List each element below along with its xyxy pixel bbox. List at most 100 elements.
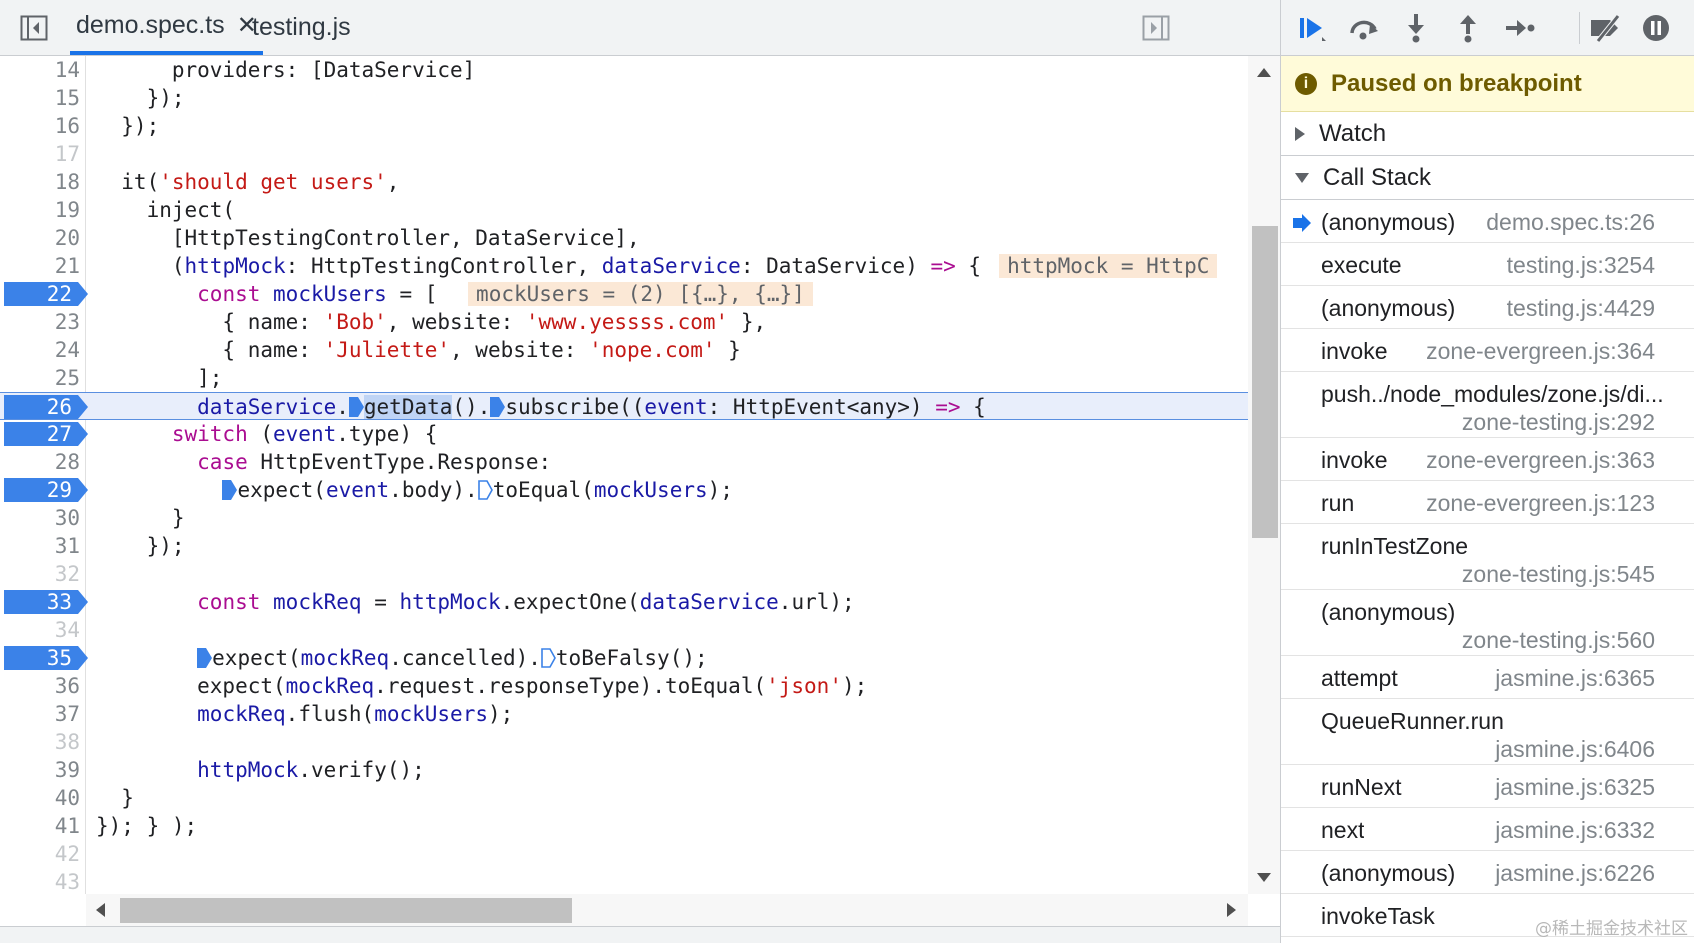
frame-location[interactable]: zone-testing.js:292 xyxy=(1462,409,1655,436)
source-text: } xyxy=(96,504,185,532)
line-number[interactable]: 18 xyxy=(0,168,86,196)
call-frame[interactable]: runNext jasmine.js:6325 xyxy=(1281,765,1694,808)
line-number[interactable]: 41 xyxy=(0,812,86,840)
line-number[interactable]: 22 xyxy=(0,280,86,308)
active-inline-breakpoint-icon[interactable] xyxy=(348,397,364,417)
step-out-icon[interactable] xyxy=(1449,10,1487,46)
resume-icon[interactable] xyxy=(1293,10,1331,46)
line-number[interactable]: 23 xyxy=(0,308,86,336)
code-token: 'Juliette' xyxy=(323,338,451,362)
line-number[interactable]: 16 xyxy=(0,112,86,140)
code-token: , xyxy=(386,170,400,194)
vertical-scroll-thumb[interactable] xyxy=(1252,226,1278,538)
frame-location[interactable]: zone-testing.js:560 xyxy=(1462,627,1655,654)
line-number[interactable]: 39 xyxy=(0,756,86,784)
frame-location[interactable]: testing.js:4429 xyxy=(1507,295,1655,322)
code-token: }); xyxy=(96,114,160,138)
source-text: expect(mockReq.request.responseType).toE… xyxy=(96,672,867,700)
line-number[interactable]: 26 xyxy=(0,393,86,421)
vertical-scrollbar[interactable] xyxy=(1248,56,1280,894)
tab-demo-spec[interactable]: demo.spec.ts ✕ xyxy=(70,0,263,55)
step-over-icon[interactable] xyxy=(1345,10,1383,46)
call-stack-list: (anonymous) demo.spec.ts:26 execute testing… xyxy=(1281,200,1694,937)
line-number[interactable]: 34 xyxy=(0,616,86,644)
frame-location[interactable]: zone-evergreen.js:363 xyxy=(1426,447,1655,474)
step-icon[interactable] xyxy=(1501,10,1539,46)
frame-location[interactable]: demo.spec.ts:26 xyxy=(1486,209,1655,236)
inactive-inline-breakpoint-icon[interactable] xyxy=(541,648,556,668)
toggle-debugger-icon[interactable] xyxy=(1140,13,1172,43)
scroll-left-icon[interactable] xyxy=(96,903,105,917)
call-frame[interactable]: invoke zone-evergreen.js:364 xyxy=(1281,329,1694,372)
tab-testing-js[interactable]: testing.js xyxy=(252,0,351,55)
source-text: }); } ); xyxy=(96,812,197,840)
deactivate-breakpoints-icon[interactable] xyxy=(1587,10,1625,46)
line-number[interactable]: 35 xyxy=(0,644,86,672)
call-frame[interactable]: push../node_modules/zone.js/di... zone-te… xyxy=(1281,372,1694,438)
line-number[interactable]: 27 xyxy=(0,420,86,448)
call-frame[interactable]: execute testing.js:3254 xyxy=(1281,243,1694,286)
line-number[interactable]: 29 xyxy=(0,476,86,504)
frame-location[interactable]: zone-evergreen.js:123 xyxy=(1426,490,1655,517)
frame-location[interactable]: jasmine.js:6325 xyxy=(1495,774,1655,801)
line-number[interactable]: 14 xyxy=(0,56,86,84)
line-number[interactable]: 21 xyxy=(0,252,86,280)
inactive-inline-breakpoint-icon[interactable] xyxy=(477,480,493,500)
call-frame[interactable]: (anonymous) testing.js:4429 xyxy=(1281,286,1694,329)
line-number[interactable]: 36 xyxy=(0,672,86,700)
line-number[interactable]: 38 xyxy=(0,728,86,756)
line-number[interactable]: 17 xyxy=(0,140,86,168)
horizontal-scroll-thumb[interactable] xyxy=(120,898,572,923)
call-frame[interactable]: (anonymous) zone-testing.js:560 xyxy=(1281,590,1694,656)
call-frame[interactable]: runInTestZone zone-testing.js:545 xyxy=(1281,524,1694,590)
call-frame[interactable]: (anonymous) jasmine.js:6226 xyxy=(1281,851,1694,894)
line-number[interactable]: 20 xyxy=(0,224,86,252)
call-frame[interactable]: run zone-evergreen.js:123 xyxy=(1281,481,1694,524)
code-token: 'json' xyxy=(766,674,842,698)
active-inline-breakpoint-icon[interactable] xyxy=(490,397,506,417)
horizontal-scrollbar[interactable] xyxy=(86,894,1248,926)
code-line: 18 it('should get users', xyxy=(0,168,1248,196)
call-frame-current[interactable]: (anonymous) demo.spec.ts:26 xyxy=(1281,200,1694,243)
frame-location[interactable]: jasmine.js:6365 xyxy=(1495,665,1655,692)
source-text: } xyxy=(96,784,134,812)
line-number[interactable]: 24 xyxy=(0,336,86,364)
source-text: expect(mockReq.cancelled). toBeFalsy(); xyxy=(96,644,708,672)
frame-location[interactable]: testing.js:3254 xyxy=(1507,252,1655,279)
active-inline-breakpoint-icon[interactable] xyxy=(222,480,238,500)
line-number[interactable]: 25 xyxy=(0,364,86,392)
line-number[interactable]: 32 xyxy=(0,560,86,588)
line-number[interactable]: 15 xyxy=(0,84,86,112)
code-area[interactable]: 14 providers: [DataService] 15 }); 16 }); 1… xyxy=(0,56,1248,894)
line-number[interactable]: 33 xyxy=(0,588,86,616)
line-number[interactable]: 31 xyxy=(0,532,86,560)
frame-location[interactable]: jasmine.js:6332 xyxy=(1495,817,1655,844)
scroll-down-icon[interactable] xyxy=(1257,873,1271,882)
pause-on-exceptions-icon[interactable] xyxy=(1637,10,1675,46)
callstack-section-header[interactable]: Call Stack xyxy=(1281,156,1694,200)
line-number[interactable]: 28 xyxy=(0,448,86,476)
frame-location[interactable]: jasmine.js:6406 xyxy=(1495,736,1655,763)
call-frame[interactable]: next jasmine.js:6332 xyxy=(1281,808,1694,851)
line-number[interactable]: 43 xyxy=(0,868,86,894)
scroll-up-icon[interactable] xyxy=(1257,68,1271,77)
call-frame[interactable]: invoke zone-evergreen.js:363 xyxy=(1281,438,1694,481)
line-number[interactable]: 42 xyxy=(0,840,86,868)
call-frame[interactable]: attempt jasmine.js:6365 xyxy=(1281,656,1694,699)
line-number[interactable]: 30 xyxy=(0,504,86,532)
line-number[interactable]: 37 xyxy=(0,700,86,728)
step-into-icon[interactable] xyxy=(1397,10,1435,46)
call-frame[interactable]: QueueRunner.run jasmine.js:6406 xyxy=(1281,699,1694,765)
code-line: 17 xyxy=(0,140,1248,168)
line-number[interactable]: 19 xyxy=(0,196,86,224)
code-line: 20 [HttpTestingController, DataService], xyxy=(0,224,1248,252)
frame-location[interactable]: jasmine.js:6226 xyxy=(1495,860,1655,887)
scroll-right-icon[interactable] xyxy=(1227,903,1236,917)
active-inline-breakpoint-icon[interactable] xyxy=(197,648,213,668)
toggle-navigator-icon[interactable] xyxy=(18,13,50,43)
frame-location[interactable]: zone-testing.js:545 xyxy=(1462,561,1655,588)
line-number[interactable]: 40 xyxy=(0,784,86,812)
watch-section-header[interactable]: Watch xyxy=(1281,112,1694,156)
frame-location[interactable]: zone-evergreen.js:364 xyxy=(1426,338,1655,365)
